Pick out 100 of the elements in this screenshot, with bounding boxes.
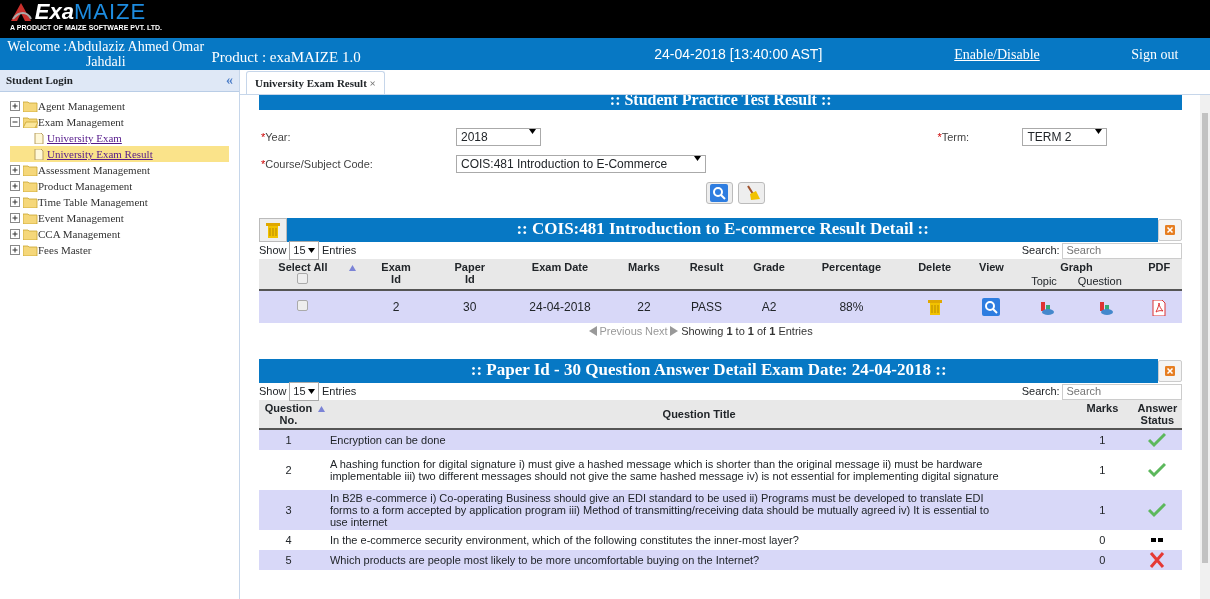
table-cell: 30 [463, 300, 477, 314]
term-dropdown[interactable]: TERM 2 [1022, 128, 1108, 146]
column-header: Percentage [820, 261, 883, 273]
tree-item[interactable]: Event Management [38, 210, 124, 226]
tree-item[interactable]: Fees Master [38, 242, 92, 258]
welcome-text: Welcome :Abdulaziz Ahmed Omar Jahdali [6, 39, 206, 69]
table-cell: Encryption can be done [329, 434, 446, 446]
tree-item[interactable]: Time Table Management [38, 194, 148, 210]
folder-icon [23, 164, 38, 176]
show-label: Show [259, 243, 287, 259]
dropdown-caret-icon [694, 156, 701, 161]
page-size-dropdown[interactable]: 15 [289, 382, 320, 401]
logo-icon [10, 2, 32, 23]
chart-icon [1038, 300, 1055, 317]
table-cell: 2 [285, 464, 292, 476]
folder-icon [23, 100, 38, 112]
open-folder-icon [23, 116, 38, 128]
delete-button[interactable] [259, 218, 287, 242]
year-dropdown[interactable]: 2018 [456, 128, 541, 146]
chart-icon [1098, 300, 1115, 317]
column-header: Marks [1085, 402, 1120, 414]
dropdown-caret-icon [1095, 129, 1103, 134]
tab[interactable]: University Exam Result × [246, 70, 385, 94]
table-cell: 1 [285, 434, 292, 446]
view-button[interactable] [982, 298, 1001, 317]
column-header: View [978, 261, 1005, 273]
trash-icon [926, 298, 943, 317]
column-header: Topic [1031, 275, 1057, 287]
field-label: *Course/Subject Code: [261, 156, 374, 172]
expand-toggle-icon[interactable] [10, 228, 21, 240]
tree-item[interactable]: Product Management [38, 178, 133, 194]
tree-link[interactable]: University Exam [47, 130, 122, 146]
table-cell: 3 [285, 504, 292, 516]
tab-close-button[interactable]: × [369, 74, 376, 91]
table-cell: 24-04-2018 [529, 300, 591, 314]
dropdown-caret-icon [308, 389, 316, 394]
search-label: Search: [1021, 243, 1060, 259]
search-button[interactable] [705, 182, 733, 204]
expand-toggle-icon[interactable] [10, 164, 21, 176]
close-icon [1165, 363, 1176, 379]
clear-button[interactable] [738, 182, 766, 204]
table-cell: A2 [761, 300, 777, 314]
expand-toggle-icon[interactable] [10, 244, 21, 256]
search-field[interactable]: Search [1062, 383, 1183, 400]
document-icon [34, 148, 44, 160]
table-cell: 88% [839, 300, 864, 314]
select-all-checkbox[interactable] [297, 273, 309, 284]
logo-text: ExaMAIZE [34, 1, 147, 24]
dropdown-caret-icon [308, 248, 316, 253]
row-checkbox[interactable] [297, 300, 309, 311]
sign-out-link[interactable]: Sign out [1131, 43, 1210, 65]
search-label: Search: [1021, 384, 1060, 400]
expand-toggle-icon[interactable] [10, 196, 21, 208]
expand-toggle-icon[interactable] [10, 180, 21, 192]
table-cell: 0 [1099, 534, 1106, 546]
column-header: Question No. [263, 402, 314, 426]
expand-toggle-icon[interactable] [10, 212, 21, 224]
close-panel-button[interactable] [1158, 360, 1183, 382]
column-header: Graph [1059, 261, 1094, 273]
folder-icon [23, 196, 38, 208]
pdf-icon [1152, 300, 1167, 317]
field-label: *Term: [937, 129, 971, 145]
table-cell: 5 [285, 554, 292, 566]
topic-graph-button[interactable] [1038, 299, 1055, 317]
product-label: Product : exaMAIZE 1.0 [211, 47, 362, 67]
collapse-toggle-icon[interactable] [10, 116, 21, 128]
column-header: Exam Id [380, 261, 412, 285]
column-header: Select All [277, 261, 329, 273]
tree-item[interactable]: Agent Management [38, 98, 126, 114]
tree-item[interactable]: CCA Management [38, 226, 121, 242]
tree-item[interactable]: Exam Management [38, 114, 124, 130]
trash-icon [265, 221, 281, 239]
enable-disable-link[interactable]: Enable/Disable [954, 43, 1132, 65]
date-time: 24-04-2018 [13:40:00 AST] [654, 44, 824, 64]
table-cell: 22 [637, 300, 651, 314]
pagination-info: Showing 1 to 1 of 1 Entries [681, 323, 813, 339]
page-size-dropdown[interactable]: 15 [289, 241, 320, 260]
search-icon [982, 298, 1001, 317]
expand-toggle-icon[interactable] [10, 100, 21, 112]
dropdown-caret-icon [529, 129, 536, 134]
search-icon [710, 184, 729, 202]
pdf-button[interactable] [1152, 299, 1167, 317]
previous-arrow-icon [588, 326, 597, 336]
tree-link[interactable]: University Exam Result [47, 146, 153, 162]
tree-item[interactable]: Assessment Management [38, 162, 151, 178]
column-header: Paper Id [453, 261, 487, 285]
column-header: Question [1077, 275, 1122, 287]
collapse-button[interactable]: « [226, 70, 233, 91]
column-header: PDF [1147, 261, 1172, 273]
search-field[interactable]: Search [1062, 242, 1183, 259]
question-graph-button[interactable] [1098, 299, 1115, 317]
entries-label: Entries [322, 243, 357, 259]
course-dropdown[interactable]: COIS:481 Introduction to E-Commerce [456, 155, 706, 173]
table-cell: A hashing function for digital signature i) must give a hashed message which is shorter than the original message ii) must be hardware implementable iii) two different messages should not give the same hashed message iv) is not essential for implementing digital signature [329, 458, 999, 482]
show-label: Show [259, 384, 287, 400]
folder-icon [23, 180, 38, 192]
column-header: Delete [917, 261, 953, 273]
close-panel-button[interactable] [1158, 219, 1183, 241]
document-icon [34, 132, 44, 144]
table-cell: 4 [285, 534, 292, 546]
